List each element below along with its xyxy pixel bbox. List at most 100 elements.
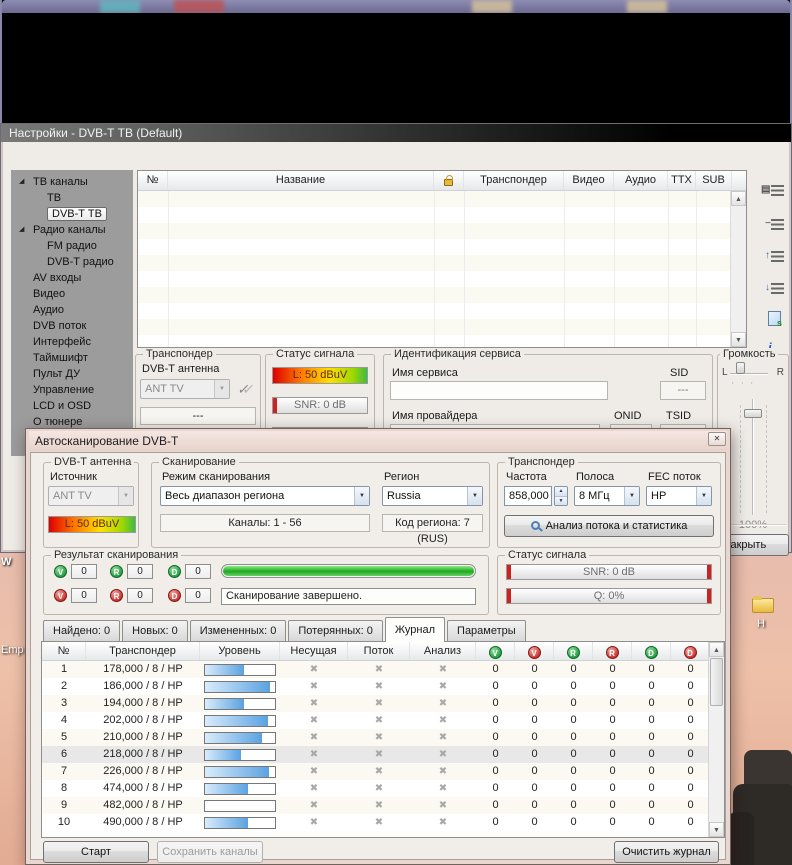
sidebar-item[interactable]: Видео <box>11 286 133 302</box>
expand-arrow-icon[interactable]: ◢ <box>19 222 24 238</box>
clear-journal-button[interactable]: Очистить журнал <box>614 841 719 863</box>
expand-arrow-icon[interactable]: ◢ <box>19 174 24 190</box>
sidebar-item[interactable]: DVB-T ТВ <box>11 206 133 222</box>
tab-result[interactable]: Потерянных: 0 <box>288 620 383 641</box>
journal-row[interactable]: 7226,000 / 8 / HP✖✖✖000000 <box>42 763 724 780</box>
sidebar-item[interactable]: Таймшифт <box>11 350 133 366</box>
settings-titlebar[interactable]: Настройки - DVB-T ТВ (Default) <box>1 124 791 142</box>
sidebar-item[interactable]: DVB-T радио <box>11 254 133 270</box>
journal-badge-column-header[interactable]: R <box>554 642 593 660</box>
sidebar-item[interactable]: ◢Радио каналы <box>11 222 133 238</box>
journal-row[interactable]: 4202,000 / 8 / HP✖✖✖000000 <box>42 712 724 729</box>
sidebar-item[interactable]: DVB поток <box>11 318 133 334</box>
journal-badge-column-header[interactable]: D <box>632 642 671 660</box>
service-name-field[interactable] <box>390 381 608 400</box>
channel-table-header[interactable]: №Название ТранспондерВидеоАудиоTTXSUB <box>138 171 746 191</box>
tab-result[interactable]: Измененных: 0 <box>190 620 287 641</box>
channel-table-body[interactable] <box>138 191 746 347</box>
journal-header[interactable]: №ТранспондерУровеньНесущаяПотокАнализVVR… <box>42 642 724 661</box>
desktop-icon-label[interactable]: Emp <box>1 644 24 656</box>
column-header[interactable]: № <box>138 171 168 190</box>
move-up-icon[interactable]: ↑ <box>765 248 785 266</box>
sidebar-item[interactable]: AV входы <box>11 270 133 286</box>
column-header[interactable]: Аудио <box>614 171 668 190</box>
journal-badge-column-header[interactable]: D <box>671 642 710 660</box>
scan-mode-select[interactable]: Весь диапазон региона▼ <box>160 486 370 506</box>
scroll-down-icon[interactable]: ▼ <box>709 822 724 837</box>
sidebar-item[interactable]: Интерфейс <box>11 334 133 350</box>
column-header[interactable]: Транспондер <box>464 171 564 190</box>
journal-badge-column-header[interactable]: V <box>476 642 515 660</box>
antenna-source-select[interactable]: ANT TV▼ <box>140 379 230 399</box>
start-scan-button[interactable]: Старт <box>43 841 149 863</box>
scroll-thumb[interactable] <box>710 658 723 706</box>
count-cell: 0 <box>476 712 515 729</box>
sidebar-item[interactable]: LCD и OSD <box>11 398 133 414</box>
desktop-icon-label[interactable]: W <box>1 556 11 568</box>
journal-row[interactable]: 5210,000 / 8 / HP✖✖✖000000 <box>42 729 724 746</box>
tab-journal-active[interactable]: Журнал <box>385 617 445 642</box>
dialog-close-icon[interactable]: ✕ <box>708 432 726 446</box>
source-select[interactable]: ANT TV▼ <box>48 486 134 506</box>
scroll-up-icon[interactable]: ▲ <box>731 191 746 206</box>
desktop-icon-label[interactable]: H <box>757 618 765 630</box>
journal-column-header[interactable]: Уровень <box>200 642 280 660</box>
sidebar-item[interactable]: ◢ТВ каналы <box>11 174 133 190</box>
column-header[interactable]: Название <box>168 171 434 190</box>
tab-result[interactable]: Параметры <box>447 620 526 641</box>
journal-row[interactable]: 1178,000 / 8 / HP✖✖✖000000 <box>42 661 724 678</box>
export-list-icon[interactable] <box>765 310 785 328</box>
journal-column-header[interactable]: № <box>42 642 86 660</box>
analyze-stream-button[interactable]: Анализ потока и статистика <box>504 515 714 537</box>
bandwidth-select[interactable]: 8 МГц▼ <box>574 486 640 506</box>
stream-fail-icon: ✖ <box>348 695 410 712</box>
journal-column-header[interactable]: Несущая <box>280 642 348 660</box>
tab-result[interactable]: Найдено: 0 <box>43 620 120 641</box>
sidebar-item[interactable]: Управление <box>11 382 133 398</box>
column-header[interactable]: TTX <box>668 171 696 190</box>
scan-counter: R0 <box>110 588 153 603</box>
journal-column-header[interactable]: Транспондер <box>86 642 200 660</box>
journal-row[interactable]: 2186,000 / 8 / HP✖✖✖000000 <box>42 678 724 695</box>
save-channels-button[interactable]: Сохранить каналы <box>157 841 263 863</box>
journal-row[interactable]: 9482,000 / 8 / HP✖✖✖000000 <box>42 797 724 814</box>
journal-row[interactable]: 6218,000 / 8 / HP✖✖✖000000 <box>42 746 724 763</box>
video-window-frame[interactable] <box>2 0 790 13</box>
column-header[interactable]: Видео <box>564 171 614 190</box>
channels-range-field: Каналы: 1 - 56 <box>160 514 370 532</box>
journal-badge-column-header[interactable]: R <box>593 642 632 660</box>
spin-up-icon[interactable]: ▲ <box>555 487 567 496</box>
region-select[interactable]: Russia▼ <box>382 486 483 506</box>
tab-result[interactable]: Новых: 0 <box>122 620 188 641</box>
found-r-badge-icon: R <box>567 646 580 659</box>
dialog-titlebar[interactable]: Автосканирование DVB-T <box>29 431 727 451</box>
frequency-stepper[interactable]: ▲▼ <box>554 486 568 506</box>
sidebar-item[interactable]: Пульт ДУ <box>11 366 133 382</box>
channel-list-icon[interactable]: ▤ <box>765 182 785 200</box>
move-down-icon[interactable]: ↓ <box>765 280 785 298</box>
count-cell: 0 <box>476 797 515 814</box>
journal-column-header[interactable]: Анализ <box>410 642 476 660</box>
journal-row[interactable]: 3194,000 / 8 / HP✖✖✖000000 <box>42 695 724 712</box>
sidebar-item[interactable]: ТВ <box>11 190 133 206</box>
channel-table-scrollbar[interactable]: ▲ ▼ <box>730 191 746 347</box>
folder-icon[interactable] <box>752 598 774 613</box>
column-header[interactable] <box>434 171 464 190</box>
sidebar-item[interactable]: Аудио <box>11 302 133 318</box>
spin-down-icon[interactable]: ▼ <box>555 496 567 505</box>
journal-column-header[interactable]: Поток <box>348 642 410 660</box>
balance-thumb[interactable] <box>736 362 745 374</box>
journal-scrollbar[interactable]: ▲ ▼ <box>708 642 724 837</box>
scroll-down-icon[interactable]: ▼ <box>731 332 746 347</box>
journal-row[interactable]: 8474,000 / 8 / HP✖✖✖000000 <box>42 780 724 797</box>
frequency-input[interactable]: 858,000 <box>504 486 552 506</box>
remove-channel-icon[interactable]: − <box>765 216 785 234</box>
journal-badge-column-header[interactable]: V <box>515 642 554 660</box>
journal-row[interactable]: 10490,000 / 8 / HP✖✖✖000000 <box>42 814 724 831</box>
sidebar-item[interactable]: FM радио <box>11 238 133 254</box>
volume-slider-thumb[interactable] <box>744 409 762 418</box>
column-header[interactable]: SUB <box>696 171 732 190</box>
count-cell: 0 <box>515 712 554 729</box>
scroll-up-icon[interactable]: ▲ <box>709 642 724 657</box>
fec-select[interactable]: HP▼ <box>646 486 712 506</box>
